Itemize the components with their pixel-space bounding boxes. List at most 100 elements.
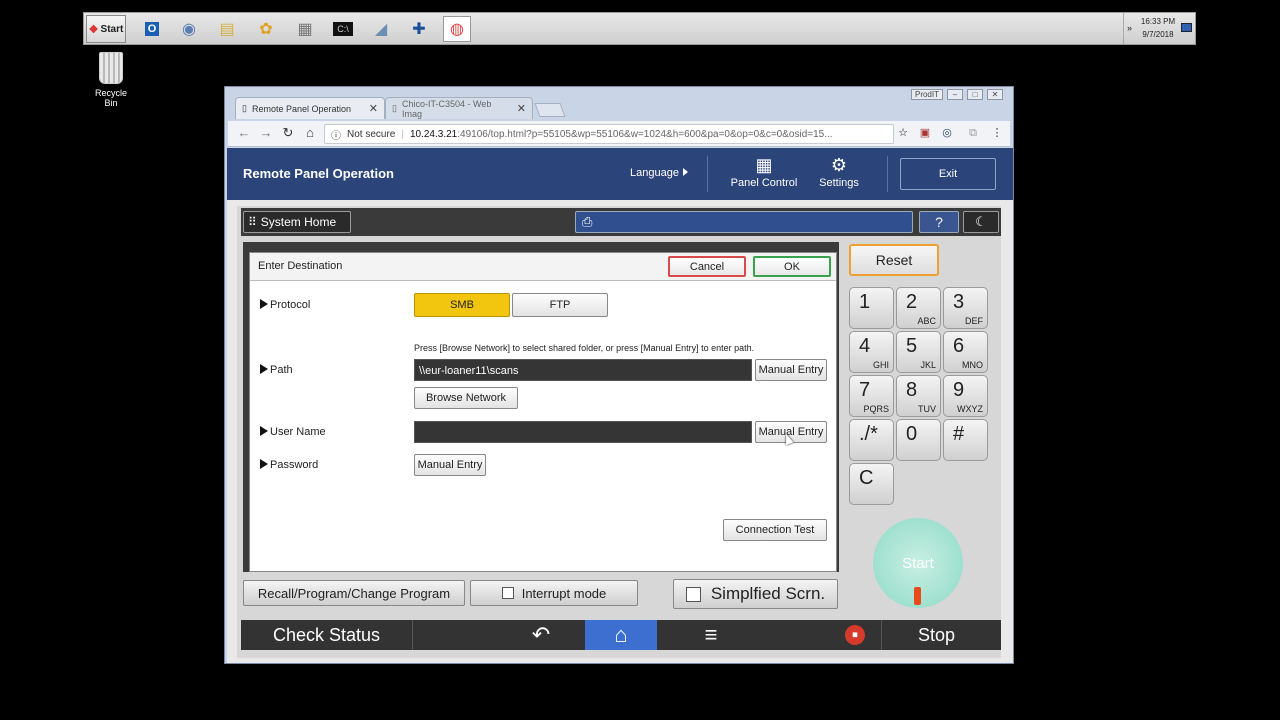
moon-icon[interactable]: ☾ [963, 211, 999, 233]
key-hash[interactable]: # [943, 419, 988, 461]
recycle-bin-label: Recycle Bin [94, 88, 127, 108]
help-button[interactable]: ? [919, 211, 959, 233]
close-window-icon[interactable]: ✕ [987, 89, 1003, 100]
panel-control-label: Panel Control [730, 177, 798, 189]
language-button[interactable]: Language [630, 167, 688, 179]
exit-button[interactable]: Exit [900, 158, 996, 190]
key-letters: MNO [962, 360, 983, 370]
control-panel-icon[interactable]: ◉ [175, 16, 203, 42]
password-manual-entry-button[interactable]: Manual Entry [414, 454, 486, 476]
home-icon[interactable]: ⌂ [302, 125, 318, 140]
chevron-up-icon[interactable]: » [1127, 23, 1132, 33]
reset-button[interactable]: Reset [849, 244, 939, 276]
divider [707, 156, 708, 192]
smb-button[interactable]: SMB [414, 293, 510, 317]
cmd-icon[interactable]: C:\ [329, 16, 357, 42]
key-3[interactable]: 3 DEF [943, 287, 988, 329]
check-status-button[interactable]: Check Status [241, 620, 413, 650]
url-host: 10.24.3.21 [409, 128, 458, 140]
reload-icon[interactable]: ↻ [280, 125, 296, 141]
url-path: :49106/top.html?p=55105&wp=55106&w=1024&… [457, 128, 833, 140]
browse-network-button[interactable]: Browse Network [414, 387, 518, 409]
stop-icon: ⏹ [845, 625, 865, 645]
menu-dots-icon[interactable]: ⋮ [990, 126, 1004, 140]
tab-title: Remote Panel Operation [251, 103, 352, 114]
stop-button[interactable]: Stop [881, 620, 991, 650]
connection-test-button[interactable]: Connection Test [723, 519, 827, 541]
medic-icon[interactable]: ✚ [405, 16, 433, 42]
system-home-button[interactable]: ⠿ System Home [243, 211, 351, 233]
key-2[interactable]: 2 ABC [896, 287, 941, 329]
browser-window: ProdIT – □ ✕ ▯ Remote Panel Operation ✕ … [224, 86, 1014, 664]
key-9[interactable]: 9 WXYZ [943, 375, 988, 417]
new-tab-button[interactable] [534, 103, 566, 117]
recall-program-button[interactable]: Recall/Program/Change Program [243, 580, 465, 606]
simplified-label: Simplfied Scrn. [710, 584, 826, 603]
key-8[interactable]: 8 TUV [896, 375, 941, 417]
star-icon[interactable]: ☆ [896, 126, 910, 140]
job-status-bar[interactable]: ⎙ [575, 211, 913, 233]
password-label: Password [260, 459, 318, 471]
ok-button[interactable]: OK [753, 256, 831, 277]
key-0[interactable]: 0 [896, 419, 941, 461]
explorer-icon[interactable]: ▤ [213, 16, 241, 42]
key-4[interactable]: 4 GHI [849, 331, 894, 373]
close-tab-icon[interactable]: ✕ [517, 102, 526, 115]
chrome-icon[interactable]: ◍ [443, 16, 471, 42]
recycle-bin[interactable]: Recycle Bin [88, 52, 134, 108]
url-field[interactable]: ⓘ Not secure | 10.24.3.21:49106/top.html… [324, 124, 894, 144]
recycle-bin-icon [99, 52, 123, 84]
key-6[interactable]: 6 MNO [943, 331, 988, 373]
page-icon: ▯ [392, 103, 397, 113]
calculator-icon[interactable]: ▦ [291, 16, 319, 42]
key-letters: WXYZ [957, 404, 983, 414]
key-5[interactable]: 5 JKL [896, 331, 941, 373]
settings-button[interactable]: ⚙ Settings [799, 153, 879, 189]
user-name-field[interactable] [414, 421, 752, 443]
tab-remote-panel[interactable]: ▯ Remote Panel Operation ✕ [235, 97, 385, 119]
key-label: 8 [906, 379, 918, 401]
page-content: Remote Panel Operation Language ▦ Panel … [227, 148, 1013, 663]
protocol-label: Protocol [260, 299, 310, 311]
ftp-button[interactable]: FTP [512, 293, 608, 317]
arrow-right-icon [260, 426, 268, 436]
key-7[interactable]: 7 PQRS [849, 375, 894, 417]
security-label: Not secure [347, 128, 396, 140]
cancel-button[interactable]: Cancel [668, 256, 746, 277]
key-label: 9 [953, 379, 965, 401]
panel-control-button[interactable]: ▦ Panel Control [724, 153, 804, 189]
pen-icon[interactable]: ◢ [367, 16, 395, 42]
forward-arrow-icon[interactable]: → [258, 125, 274, 140]
menu-icon[interactable]: ≡ [681, 620, 741, 650]
settings-label: Settings [819, 177, 859, 189]
interrupt-mode-button[interactable]: Interrupt mode [470, 580, 638, 606]
back-arrow-icon[interactable]: ← [236, 125, 252, 140]
path-field[interactable]: \\eur-loaner11\scans [414, 359, 752, 381]
key-c[interactable]: C [849, 463, 894, 505]
back-arrow-icon[interactable]: ↶ [511, 620, 571, 650]
key-letters: GHI [872, 360, 889, 370]
start-button[interactable]: ❖ Start [86, 15, 126, 43]
user-name-label-text: User Name [270, 426, 326, 438]
home-icon[interactable]: ⌂ [585, 620, 657, 650]
info-icon[interactable]: ⓘ [331, 127, 341, 142]
tab-web-image[interactable]: ▯ Chico-IT-C3504 - Web Imag ✕ [385, 97, 533, 119]
interrupt-label: Interrupt mode [521, 585, 607, 601]
path-manual-entry-button[interactable]: Manual Entry [755, 359, 827, 381]
key-dot-star[interactable]: ./* [849, 419, 894, 461]
key-label: 3 [953, 291, 965, 313]
maximize-icon[interactable]: □ [967, 89, 983, 100]
key-label: 1 [859, 291, 871, 313]
outlook-icon[interactable]: O [138, 16, 166, 42]
close-tab-icon[interactable]: ✕ [369, 102, 378, 115]
network-icon[interactable] [1181, 23, 1192, 32]
profile-badge[interactable]: ProdIT [910, 89, 943, 100]
extension-icon[interactable]: ▣ [918, 126, 932, 140]
simplified-screen-button[interactable]: Simplfied Scrn. [673, 579, 838, 609]
extension-icon[interactable]: ◎ [940, 126, 954, 140]
flower-icon[interactable]: ✿ [252, 16, 280, 42]
key-letters: JKL [920, 360, 936, 370]
minimize-icon[interactable]: – [947, 89, 963, 100]
extension-icon[interactable]: ⧉ [966, 126, 980, 140]
key-1[interactable]: 1 [849, 287, 894, 329]
